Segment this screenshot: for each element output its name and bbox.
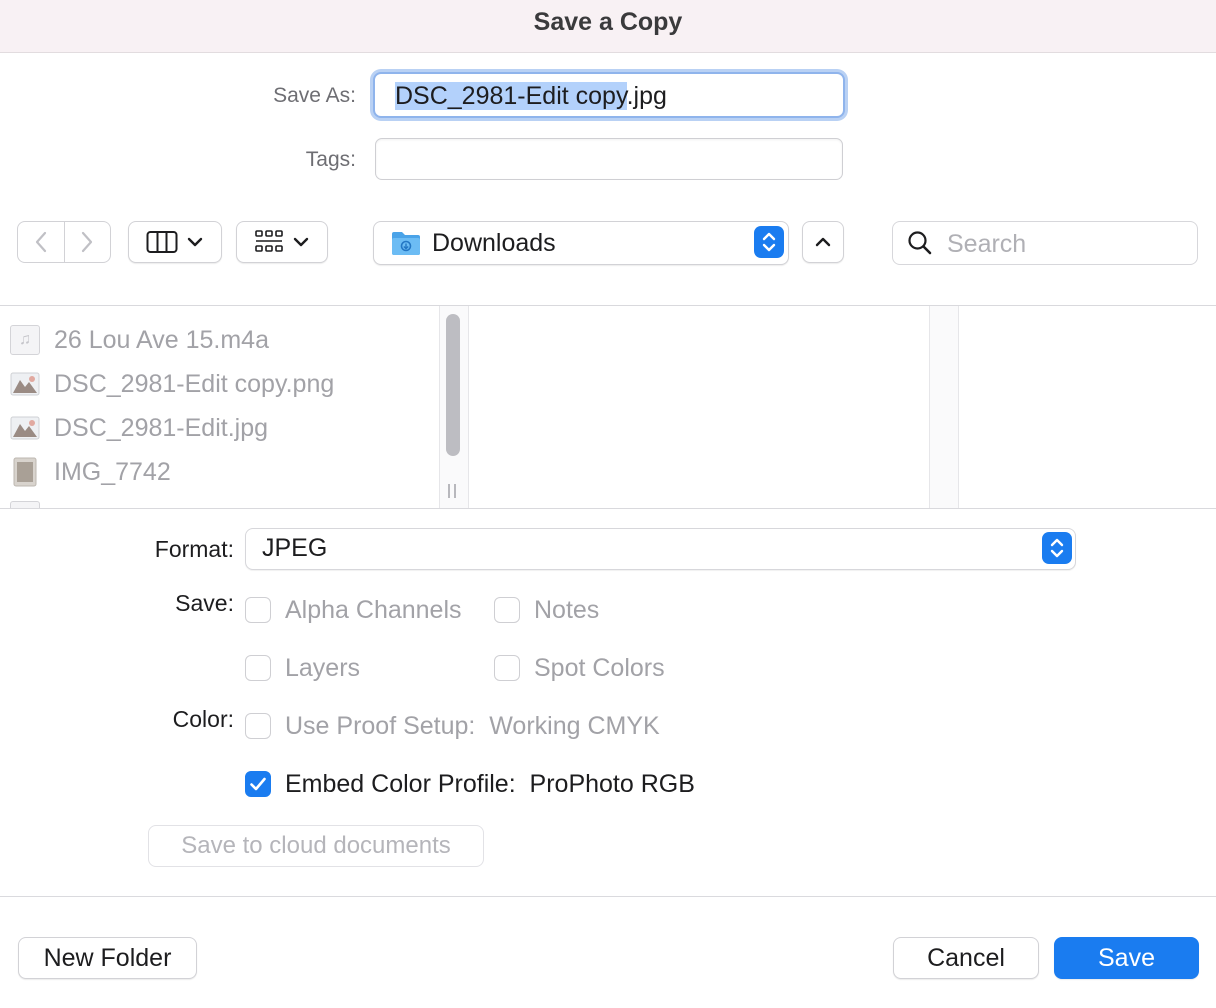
folder-icon xyxy=(392,232,420,255)
view-mode-button[interactable] xyxy=(128,221,222,263)
image-file-icon xyxy=(10,416,40,440)
file-name: IMG_7742 xyxy=(54,457,171,486)
file-name: 26 Lou Ave 15.m4a xyxy=(54,325,269,354)
embed-color-profile-checkbox[interactable] xyxy=(245,771,271,797)
file-row[interactable]: DSC_2981-Edit.jpg xyxy=(10,408,268,448)
search-placeholder: Search xyxy=(947,230,1027,258)
layers-checkbox[interactable] xyxy=(245,655,271,681)
cancel-label: Cancel xyxy=(927,943,1005,972)
photo-file-icon xyxy=(13,457,37,487)
filename-extension: .jpg xyxy=(626,82,667,110)
chevron-right-icon xyxy=(82,231,93,253)
chevron-down-icon xyxy=(293,237,309,247)
format-stepper xyxy=(1042,532,1072,564)
tags-field[interactable] xyxy=(375,138,843,180)
file-row-partial[interactable] xyxy=(10,496,40,508)
alpha-channels-label: Alpha Channels xyxy=(285,596,462,624)
window-title: Save a Copy xyxy=(533,8,683,36)
scrollbar-thumb[interactable] xyxy=(446,314,460,456)
file-browser: ♫ 26 Lou Ave 15.m4a DSC_2981-Edit copy.p… xyxy=(0,305,1216,509)
back-forward-group xyxy=(17,221,111,263)
grid-group-icon xyxy=(255,230,283,252)
back-button[interactable] xyxy=(17,221,65,263)
location-popup[interactable]: Downloads xyxy=(373,221,789,265)
resize-grip-icon xyxy=(448,484,450,498)
format-value: JPEG xyxy=(262,534,328,562)
new-folder-label: New Folder xyxy=(43,943,172,972)
save-as-field[interactable]: DSC_2981-Edit copy.jpg xyxy=(373,72,845,118)
resize-grip-icon xyxy=(454,484,456,498)
file-name: DSC_2981-Edit copy.png xyxy=(54,369,335,398)
save-to-cloud-button[interactable]: Save to cloud documents xyxy=(148,825,484,867)
group-mode-button[interactable] xyxy=(236,221,328,263)
file-name: DSC_2981-Edit.jpg xyxy=(54,413,269,442)
chevron-down-icon xyxy=(187,237,203,247)
format-popup[interactable]: JPEG xyxy=(245,528,1076,570)
chevron-left-icon xyxy=(35,231,46,253)
file-row[interactable]: ♫ 26 Lou Ave 15.m4a xyxy=(10,320,269,360)
format-label: Format: xyxy=(154,536,234,562)
new-folder-button[interactable]: New Folder xyxy=(18,937,197,979)
save-as-label: Save As: xyxy=(273,84,356,107)
save-to-cloud-label: Save to cloud documents xyxy=(181,832,451,859)
stepper-icon xyxy=(1050,538,1064,558)
filename-selection: DSC_2981-Edit copy xyxy=(395,82,627,110)
forward-button[interactable] xyxy=(64,221,111,263)
tags-label: Tags: xyxy=(305,148,356,171)
file-row[interactable]: DSC_2981-Edit copy.png xyxy=(10,364,334,404)
filename-text: DSC_2981-Edit copy.jpg xyxy=(395,82,667,111)
spot-colors-label: Spot Colors xyxy=(534,654,665,682)
alpha-channels-checkbox[interactable] xyxy=(245,597,271,623)
image-file-icon xyxy=(10,372,40,396)
save-label-button: Save xyxy=(1098,943,1155,972)
layers-label: Layers xyxy=(285,654,361,682)
location-stepper xyxy=(754,226,784,258)
use-proof-setup-label: Use Proof Setup: Working CMYK xyxy=(285,712,660,740)
save-label: Save: xyxy=(175,590,234,616)
color-label: Color: xyxy=(172,706,234,732)
footer-divider xyxy=(0,896,1216,897)
save-button[interactable]: Save xyxy=(1054,937,1199,979)
collapse-button[interactable] xyxy=(802,221,844,263)
checkmark-icon xyxy=(250,777,266,791)
audio-file-icon: ♫ xyxy=(10,325,40,355)
use-proof-setup-checkbox[interactable] xyxy=(245,713,271,739)
chevron-up-icon xyxy=(815,237,831,247)
notes-label: Notes xyxy=(534,596,600,624)
stepper-icon xyxy=(762,232,776,252)
columns-view-icon xyxy=(146,231,178,253)
embed-color-profile-label: Embed Color Profile: ProPhoto RGB xyxy=(285,770,695,798)
search-field[interactable]: Search xyxy=(892,221,1198,265)
file-row[interactable]: IMG_7742 xyxy=(10,452,171,492)
location-label: Downloads xyxy=(432,228,556,257)
column-divider[interactable] xyxy=(929,306,959,508)
cancel-button[interactable]: Cancel xyxy=(893,937,1039,979)
notes-checkbox[interactable] xyxy=(494,597,520,623)
search-icon xyxy=(908,231,932,255)
photo-file-icon xyxy=(10,501,40,508)
spot-colors-checkbox[interactable] xyxy=(494,655,520,681)
